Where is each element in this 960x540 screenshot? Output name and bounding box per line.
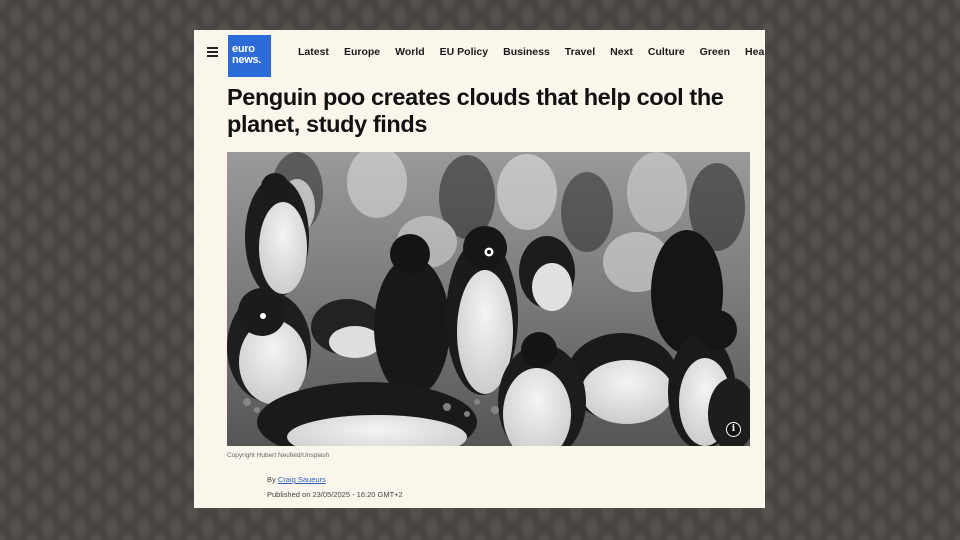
nav-item-travel[interactable]: Travel xyxy=(565,46,595,58)
nav-item-eu-policy[interactable]: EU Policy xyxy=(440,46,488,58)
nav-item-business[interactable]: Business xyxy=(503,46,550,58)
nav-item-next[interactable]: Next xyxy=(610,46,633,58)
byline: By Craig Saueurs xyxy=(267,475,326,484)
top-navigation: euro news. Latest Europe World EU Policy… xyxy=(194,30,765,78)
article-headline: Penguin poo creates clouds that help coo… xyxy=(227,84,724,137)
photo-caption: Copyright Hubert Neufeld/Unsplash xyxy=(227,452,330,459)
info-icon[interactable]: i xyxy=(726,422,741,437)
euronews-logo[interactable]: euro news. xyxy=(228,35,271,77)
article-page: euro news. Latest Europe World EU Policy… xyxy=(194,30,765,508)
author-link[interactable]: Craig Saueurs xyxy=(278,475,326,484)
penguin-photo-illustration xyxy=(227,152,750,446)
published-date: Published on 23/05/2025 - 16:20 GMT+2 xyxy=(267,490,403,499)
nav-item-culture[interactable]: Culture xyxy=(648,46,685,58)
nav-item-europe[interactable]: Europe xyxy=(344,46,380,58)
nav-item-health[interactable]: Health xyxy=(745,46,765,58)
nav-item-world[interactable]: World xyxy=(395,46,425,58)
hamburger-menu-icon[interactable] xyxy=(207,47,218,57)
nav-item-latest[interactable]: Latest xyxy=(298,46,329,58)
nav-links: Latest Europe World EU Policy Business T… xyxy=(298,46,765,58)
nav-item-green[interactable]: Green xyxy=(700,46,730,58)
logo-line-2: news. xyxy=(232,54,262,66)
byline-prefix: By xyxy=(267,475,276,484)
article-photo-penguins[interactable]: i xyxy=(227,152,750,446)
